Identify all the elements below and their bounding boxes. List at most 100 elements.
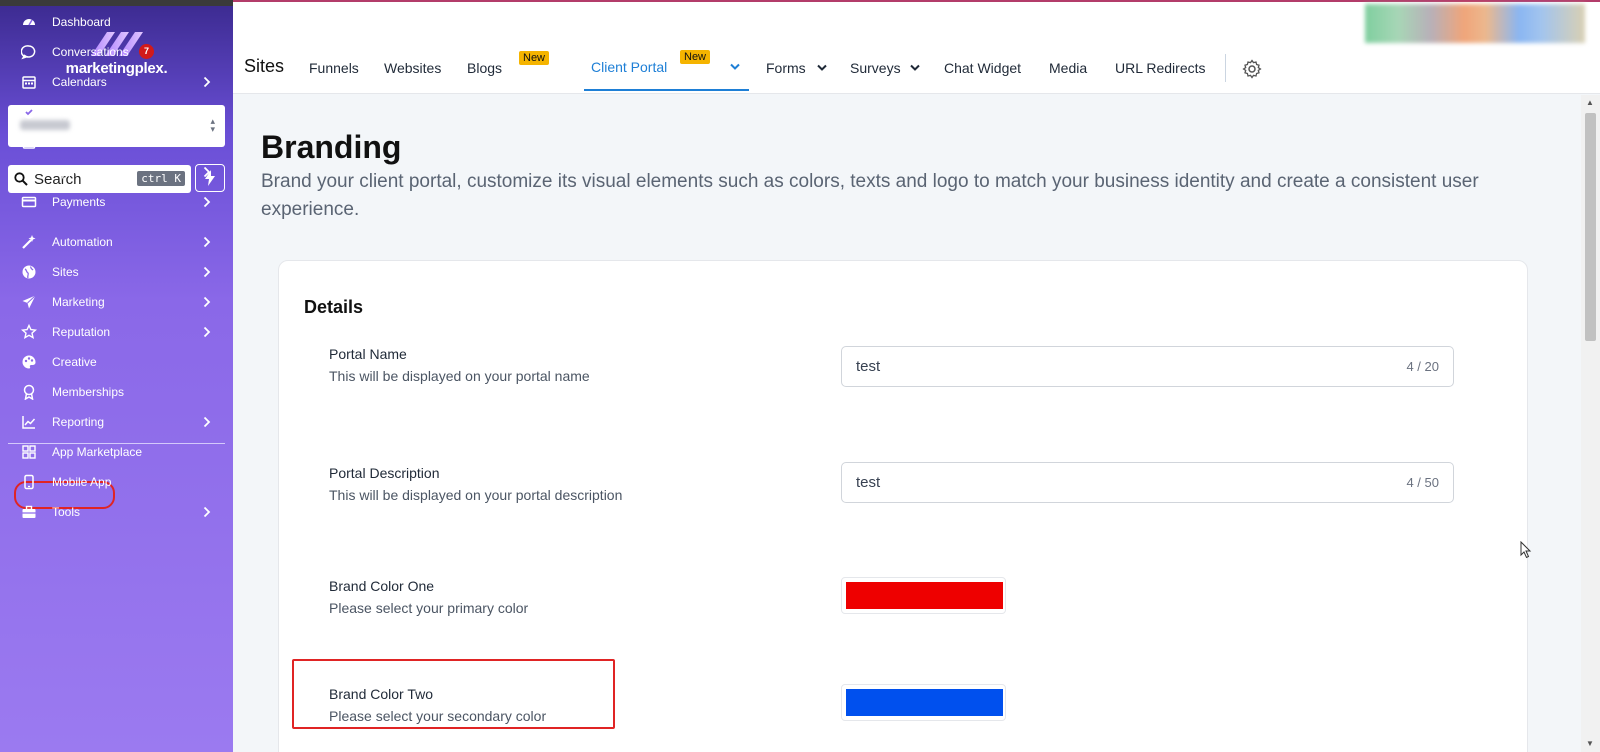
card-title: Details bbox=[304, 297, 364, 317]
blurred-color-bar bbox=[1365, 4, 1585, 43]
calendar-icon bbox=[22, 76, 36, 89]
sidebar-item-dashboard[interactable]: Dashboard bbox=[0, 8, 233, 36]
chevron-right-icon bbox=[203, 105, 211, 121]
sidebar-item-creative[interactable]: Creative bbox=[0, 348, 233, 376]
sidebar-item-label: Contacts bbox=[52, 135, 100, 149]
chevron-right-icon bbox=[203, 415, 211, 431]
portal-description-char-count: 4 / 50 bbox=[1406, 475, 1439, 490]
sidebar-item-contacts[interactable]: Contacts bbox=[0, 128, 233, 156]
sidebar-item-marketing[interactable]: Marketing bbox=[0, 288, 233, 316]
vertical-scrollbar[interactable]: ▲ ▼ bbox=[1581, 95, 1600, 752]
portal-name-input[interactable]: test 4 / 20 bbox=[841, 346, 1454, 387]
wand-icon bbox=[22, 235, 36, 249]
gear-icon[interactable] bbox=[1242, 59, 1262, 79]
sidebar-item-conversations[interactable]: Conversations 7 bbox=[0, 38, 233, 66]
sidebar-item-label: Manual Actions bbox=[52, 105, 134, 119]
tab-url-redirects[interactable]: URL Redirects bbox=[1115, 60, 1206, 76]
contacts-icon bbox=[22, 135, 36, 149]
tab-chat-widget[interactable]: Chat Widget bbox=[944, 60, 1021, 76]
portal-description-input[interactable]: test 4 / 50 bbox=[841, 462, 1454, 503]
chevron-down-icon[interactable] bbox=[730, 63, 740, 71]
sidebar-item-calendars[interactable]: Calendars bbox=[0, 68, 233, 96]
brand-color-two-help: Please select your secondary color bbox=[329, 708, 547, 724]
sidebar: marketingplex. ▴ ▾ Search ctrl K Dashboar… bbox=[0, 0, 233, 752]
scroll-up-icon[interactable]: ▲ bbox=[1586, 98, 1594, 107]
sidebar-item-manual-actions[interactable]: Manual Actions bbox=[0, 98, 233, 126]
chevron-right-icon bbox=[203, 135, 211, 151]
sidebar-item-opportunities[interactable]: Opportunities bbox=[0, 158, 233, 186]
chat-icon bbox=[21, 45, 36, 60]
chevron-right-icon bbox=[203, 195, 211, 211]
sidebar-item-memberships[interactable]: Memberships bbox=[0, 378, 233, 406]
brand-color-one-swatch bbox=[846, 582, 1003, 609]
star-icon bbox=[21, 324, 37, 339]
brand-color-two-picker[interactable] bbox=[841, 684, 1006, 721]
sidebar-item-label: Automation bbox=[52, 235, 113, 249]
chevron-right-icon bbox=[203, 505, 211, 521]
sidebar-item-app-marketplace[interactable]: App Marketplace bbox=[0, 438, 233, 466]
tab-divider bbox=[1225, 54, 1226, 82]
portal-name-label: Portal Name bbox=[329, 346, 407, 362]
sidebar-item-label: Reputation bbox=[52, 325, 111, 339]
sidebar-item-payments[interactable]: Payments bbox=[0, 188, 233, 216]
sidebar-item-label: Calendars bbox=[52, 75, 107, 89]
brand-color-one-picker[interactable] bbox=[841, 577, 1006, 614]
page-title: Branding bbox=[261, 129, 402, 165]
tab-forms[interactable]: Forms bbox=[766, 60, 806, 76]
active-tab-underline bbox=[584, 89, 749, 91]
chevron-right-icon bbox=[203, 235, 211, 251]
brand-color-one-label: Brand Color One bbox=[329, 578, 435, 594]
sidebar-item-label: Sites bbox=[52, 265, 79, 279]
sidebar-item-label: Mobile App bbox=[52, 475, 112, 489]
sidebar-item-reporting[interactable]: Reporting bbox=[0, 408, 233, 436]
tab-media[interactable]: Media bbox=[1049, 60, 1087, 76]
sidebar-item-label: Dashboard bbox=[52, 15, 111, 29]
sidebar-item-label: Conversations bbox=[52, 45, 129, 59]
new-badge: New bbox=[680, 50, 711, 64]
grid-icon bbox=[22, 445, 36, 459]
portal-description-value: test bbox=[856, 474, 881, 491]
tab-funnels[interactable]: Funnels bbox=[309, 60, 359, 76]
chevron-right-icon bbox=[203, 75, 211, 91]
portal-name-help: This will be displayed on your portal na… bbox=[329, 368, 590, 384]
sidebar-item-label: Payments bbox=[52, 195, 106, 209]
sidebar-item-sites[interactable]: Sites bbox=[0, 258, 233, 286]
chevron-down-icon[interactable] bbox=[910, 64, 920, 72]
details-card: Details Portal Name This will be display… bbox=[278, 260, 1528, 752]
unread-count-badge: 7 bbox=[139, 44, 154, 59]
tab-client-portal[interactable]: Client Portal bbox=[591, 59, 667, 75]
card-icon bbox=[21, 196, 37, 208]
fire-icon bbox=[25, 165, 33, 178]
globe-icon bbox=[22, 265, 36, 279]
chevron-right-icon bbox=[203, 165, 211, 181]
scrollbar-thumb[interactable] bbox=[1585, 113, 1596, 341]
page-description: Brand your client portal, customize its … bbox=[261, 171, 1479, 220]
chevron-right-icon bbox=[203, 325, 211, 341]
scroll-down-icon[interactable]: ▼ bbox=[1586, 739, 1594, 748]
sidebar-item-automation[interactable]: Automation bbox=[0, 228, 233, 256]
sidebar-item-label: Opportunities bbox=[52, 165, 124, 179]
sidebar-item-tools[interactable]: Tools bbox=[0, 498, 233, 526]
portal-name-char-count: 4 / 20 bbox=[1406, 359, 1439, 374]
tab-websites[interactable]: Websites bbox=[384, 60, 441, 76]
sidebar-item-mobile-app[interactable]: Mobile App bbox=[0, 468, 233, 496]
tab-blogs[interactable]: Blogs bbox=[467, 60, 502, 76]
sidebar-item-label: Marketing bbox=[52, 295, 105, 309]
chevron-right-icon bbox=[203, 295, 211, 311]
portal-description-label: Portal Description bbox=[329, 465, 440, 481]
award-icon bbox=[23, 384, 35, 400]
tab-surveys[interactable]: Surveys bbox=[850, 60, 901, 76]
send-icon bbox=[22, 295, 36, 309]
sidebar-item-label: Tools bbox=[52, 505, 81, 519]
dashboard-icon bbox=[23, 19, 35, 26]
brand-color-two-swatch bbox=[846, 689, 1003, 716]
sidebar-item-label: Reporting bbox=[52, 415, 105, 429]
main-content: Branding Brand your client portal, custo… bbox=[233, 95, 1581, 752]
portal-description-help: This will be displayed on your portal de… bbox=[329, 487, 623, 503]
palette-icon bbox=[22, 355, 36, 369]
section-title: Sites bbox=[244, 56, 285, 76]
new-badge: New bbox=[519, 51, 550, 65]
chevron-down-icon[interactable] bbox=[817, 64, 827, 72]
sidebar-item-reputation[interactable]: Reputation bbox=[0, 318, 233, 346]
chevron-right-icon bbox=[203, 265, 211, 281]
